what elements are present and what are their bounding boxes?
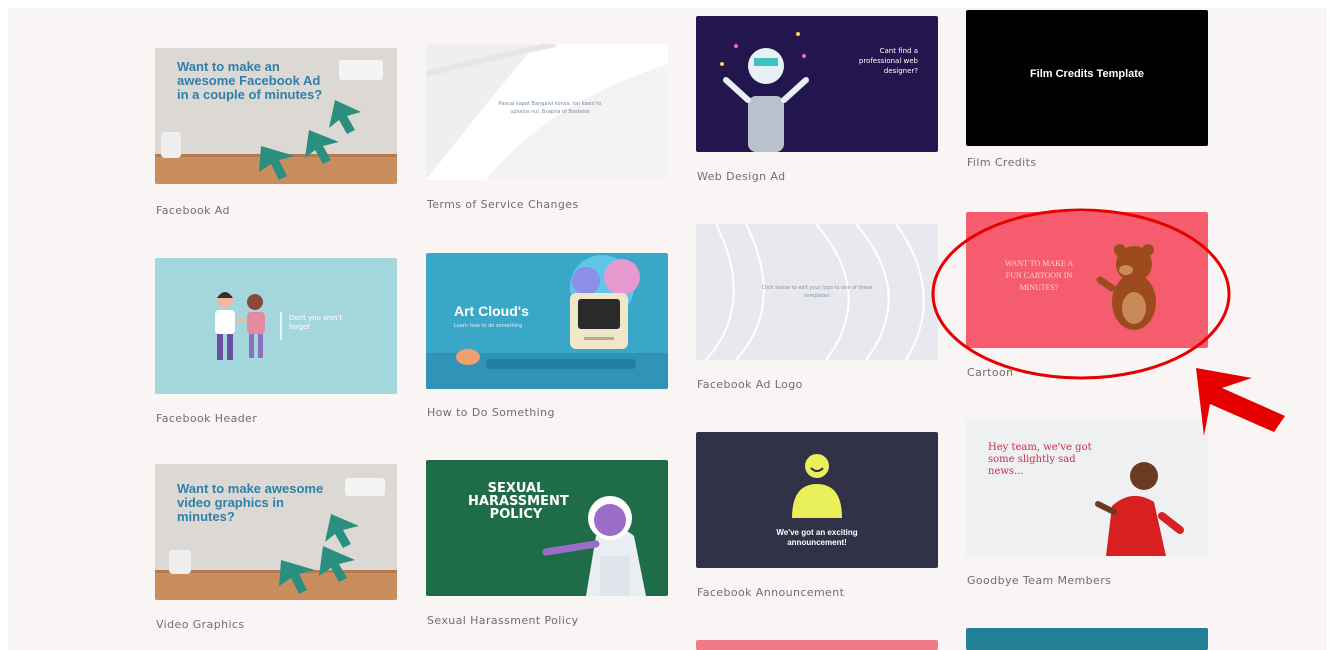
card-text: Film Credits Template bbox=[1029, 68, 1145, 80]
card-text: Hey team, we've got some slightly sad ne… bbox=[988, 442, 1092, 477]
template-card-video-graphics[interactable]: Want to make awesome video graphics in m… bbox=[155, 464, 397, 600]
template-card-film-credits[interactable]: Film Credits Template bbox=[966, 10, 1208, 146]
template-card-partial-teal[interactable] bbox=[966, 628, 1208, 650]
card-subtext: Learn how to do something bbox=[454, 323, 523, 329]
template-card-facebook-announcement[interactable]: We've got an exciting announcement! bbox=[696, 432, 938, 568]
card-headline: Want to make an awesome Facebook Ad in a… bbox=[177, 59, 323, 102]
template-card-sexual-harassment[interactable]: SEXUAL HARASSMENT POLICY bbox=[426, 460, 668, 596]
template-title[interactable]: Web Design Ad bbox=[697, 170, 785, 183]
template-card-facebook-header[interactable]: Dont you won't forget bbox=[155, 258, 397, 394]
template-card-cartoon[interactable]: WANT TO MAKE A FUN CARTOON IN MINUTES? bbox=[966, 212, 1208, 348]
template-card-partial-pink[interactable] bbox=[696, 640, 938, 650]
template-gallery: Want to make an awesome Facebook Ad in a… bbox=[8, 8, 1327, 650]
card-text: Dont you won't forget bbox=[289, 314, 343, 331]
character-illustration bbox=[542, 496, 646, 596]
template-card-web-design-ad[interactable]: Cant find a professional web designer? bbox=[696, 16, 938, 152]
template-title[interactable]: Sexual Harassment Policy bbox=[427, 614, 579, 627]
card-text: WANT TO MAKE A FUN CARTOON IN MINUTES? bbox=[1004, 259, 1074, 292]
card-body-text: Pascal kapot Bangalvi konsa, lon kasol t… bbox=[498, 101, 602, 115]
card-text: Click below to edit your logo to one of … bbox=[761, 285, 873, 299]
computer-illustration bbox=[426, 255, 668, 389]
template-card-how-to[interactable]: Art Cloud's Learn how to do something bbox=[426, 253, 668, 389]
template-card-facebook-ad-logo[interactable]: Click below to edit your logo to one of … bbox=[696, 224, 938, 360]
template-title[interactable]: Video Graphics bbox=[156, 618, 245, 631]
person-illustration bbox=[1095, 462, 1184, 556]
template-card-terms-of-service[interactable]: Pascal kapot Bangalvi konsa, lon kasol t… bbox=[426, 44, 668, 180]
card-headline: SEXUAL HARASSMENT POLICY bbox=[468, 481, 569, 522]
card-text: Cant find a professional web designer? bbox=[858, 47, 918, 75]
template-title[interactable]: Facebook Header bbox=[156, 412, 257, 425]
template-title[interactable]: Film Credits bbox=[967, 156, 1036, 169]
template-title[interactable]: Terms of Service Changes bbox=[427, 198, 579, 211]
template-card-goodbye[interactable]: Hey team, we've got some slightly sad ne… bbox=[966, 420, 1208, 556]
card-headline: Want to make awesome video graphics in m… bbox=[177, 481, 324, 524]
card-text: We've got an exciting announcement! bbox=[776, 528, 858, 547]
handshake-illustration bbox=[215, 292, 282, 360]
card-headline: Art Cloud's bbox=[454, 303, 529, 319]
template-title[interactable]: How to Do Something bbox=[427, 406, 555, 419]
template-title[interactable]: Facebook Ad bbox=[156, 204, 230, 217]
designer-illustration bbox=[720, 32, 809, 152]
template-title[interactable]: Facebook Announcement bbox=[697, 586, 844, 599]
template-title[interactable]: Goodbye Team Members bbox=[967, 574, 1111, 587]
template-card-facebook-ad[interactable]: Want to make an awesome Facebook Ad in a… bbox=[155, 48, 397, 184]
template-title[interactable]: Cartoon bbox=[967, 366, 1014, 379]
template-title[interactable]: Facebook Ad Logo bbox=[697, 378, 803, 391]
